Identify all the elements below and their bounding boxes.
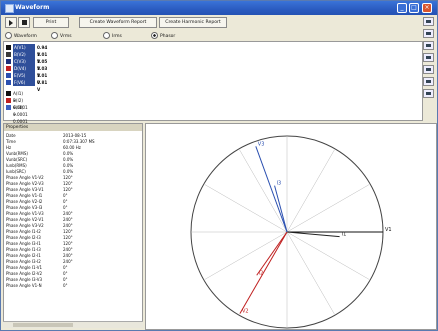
zoom-out-button[interactable] bbox=[423, 29, 434, 38]
pan-left-button[interactable] bbox=[423, 41, 434, 50]
view-mode-radios: Waveform Vrms Irms Phasor bbox=[3, 31, 423, 41]
zoom-out-icon bbox=[426, 32, 431, 35]
phasor-vector-i3 bbox=[274, 185, 288, 233]
radio-dot bbox=[103, 32, 110, 39]
series-label: D(V4) bbox=[13, 65, 35, 72]
print-button[interactable]: Print bbox=[33, 17, 69, 28]
phasor-vector-i1 bbox=[286, 231, 340, 238]
phasor-vector-i2 bbox=[256, 231, 288, 276]
toolbar: Print Create Waveform Report Create Harm… bbox=[3, 17, 423, 29]
radio-dot bbox=[51, 32, 58, 39]
close-button[interactable]: × bbox=[422, 3, 432, 13]
pan-right-button[interactable] bbox=[423, 53, 434, 62]
phasor-label-v1: V1 bbox=[385, 227, 392, 233]
phasor-label-i3: I3 bbox=[277, 181, 282, 187]
app-icon bbox=[5, 4, 14, 13]
reset-button[interactable] bbox=[423, 77, 434, 86]
properties-header: Properties bbox=[4, 124, 142, 131]
radio-irms[interactable]: Irms bbox=[103, 32, 122, 39]
phasor-label-v2: V2 bbox=[242, 308, 249, 314]
property-value: 0° bbox=[63, 283, 68, 288]
gear-icon bbox=[426, 92, 431, 95]
series-value: 0.81 V bbox=[37, 80, 48, 92]
grid-spoke bbox=[203, 183, 288, 233]
phasor-label-i1: I1 bbox=[342, 232, 347, 238]
create-harmonic-report-button[interactable]: Create Harmonic Report bbox=[159, 17, 227, 28]
phasor-vector-v2 bbox=[239, 231, 288, 314]
property-key: Phase Angle V1-N bbox=[6, 283, 42, 288]
series-label: E(V5) bbox=[13, 72, 35, 79]
arrow-right-icon bbox=[426, 56, 431, 59]
properties-panel: Properties Date 2013-08-15 Time 0:07:33.307… bbox=[3, 123, 143, 327]
series-swatch bbox=[6, 80, 11, 85]
cursor-button[interactable] bbox=[423, 65, 434, 74]
phasor-diagram: V1 I1 V2 I2 V3 I3 bbox=[190, 135, 392, 329]
radio-phasor[interactable]: Phasor bbox=[151, 32, 175, 39]
series-swatch bbox=[6, 98, 11, 103]
series-label: A(V1) bbox=[13, 44, 35, 51]
maximize-button[interactable]: □ bbox=[409, 3, 419, 13]
series-label: F(V6) bbox=[13, 79, 35, 86]
series-swatch bbox=[6, 52, 11, 57]
phasor-label-v3: V3 bbox=[258, 141, 265, 147]
grid-spoke bbox=[238, 148, 288, 233]
waveform-window: Waveform _ □ × Print Create Waveform Rep… bbox=[0, 0, 438, 331]
settings-button[interactable] bbox=[423, 89, 434, 98]
radio-vrms[interactable]: Vrms bbox=[51, 32, 72, 39]
create-waveform-report-button[interactable]: Create Waveform Report bbox=[79, 17, 157, 28]
phasor-plot: V1 I1 V2 I2 V3 I3 bbox=[145, 123, 437, 330]
phasor-vector-v3 bbox=[255, 146, 288, 233]
series-list: A(V1) 0.94 V B(V2) 1.01 V C(V3) 1.05 V D(V4) 1.… bbox=[3, 41, 423, 124]
series-label: C(V3) bbox=[13, 58, 35, 65]
radio-dot bbox=[5, 32, 12, 39]
grid-spoke bbox=[286, 148, 336, 233]
window-title: Waveform bbox=[15, 4, 50, 11]
series-swatch bbox=[6, 91, 11, 96]
series-label: C(I3) + 0.0001 bbox=[13, 105, 28, 124]
series-swatch bbox=[6, 73, 11, 78]
phasor-label-i2: I2 bbox=[259, 270, 264, 276]
reset-icon bbox=[426, 80, 431, 83]
back-icon bbox=[9, 20, 13, 26]
cursor-icon bbox=[426, 68, 431, 71]
properties-scrollbar[interactable] bbox=[3, 321, 143, 328]
series-swatch bbox=[6, 105, 11, 110]
title-bar: Waveform _ □ × bbox=[1, 1, 437, 15]
zoom-in-button[interactable] bbox=[423, 17, 434, 26]
grid-spoke bbox=[286, 183, 371, 233]
radio-dot bbox=[151, 32, 158, 39]
stop-button[interactable] bbox=[18, 17, 30, 28]
grid-spoke bbox=[286, 231, 371, 281]
series-swatch bbox=[6, 66, 11, 71]
series-swatch bbox=[6, 59, 11, 64]
arrow-left-icon bbox=[426, 44, 431, 47]
grid-spoke bbox=[203, 231, 288, 281]
side-toolbar bbox=[423, 17, 435, 107]
back-button[interactable] bbox=[5, 17, 17, 28]
zoom-in-icon bbox=[426, 20, 431, 23]
minimize-button[interactable]: _ bbox=[397, 3, 407, 13]
scroll-thumb[interactable] bbox=[13, 323, 73, 327]
stop-icon bbox=[22, 20, 27, 25]
series-swatch bbox=[6, 45, 11, 50]
series-label: B(V2) bbox=[13, 51, 35, 58]
grid-spoke bbox=[286, 231, 336, 316]
radio-waveform[interactable]: Waveform bbox=[5, 32, 37, 39]
